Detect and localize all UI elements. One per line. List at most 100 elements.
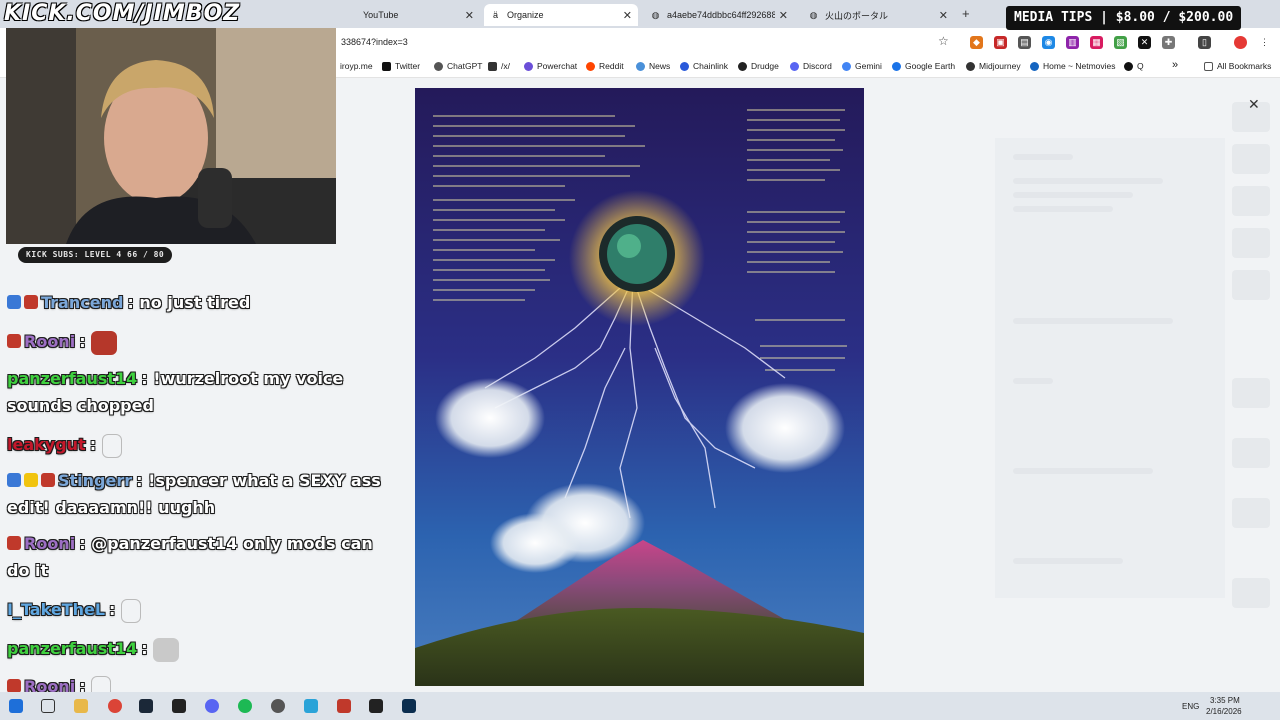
drudge-icon <box>738 61 747 71</box>
terminal-icon[interactable] <box>172 699 186 713</box>
sidepanel-icon[interactable]: ▯ <box>1198 36 1211 49</box>
chat-message: I_TakeTheL: <box>7 596 387 623</box>
chat-message: panzerfaust14: <box>7 635 387 662</box>
chatgpt-icon <box>434 61 443 71</box>
folder-icon <box>1204 61 1213 71</box>
chainlink-icon <box>680 61 689 71</box>
twitter-icon <box>382 61 391 71</box>
x-icon[interactable]: ✕ <box>1138 36 1151 49</box>
globe-icon: ◍ <box>809 9 818 20</box>
bookmark-item[interactable]: Reddit <box>586 61 624 71</box>
puzzle-icon[interactable]: ✚ <box>1162 36 1175 49</box>
tab-hash[interactable]: ◍ a4aebe74ddbbc64ff292688b75 ✕ <box>644 4 794 26</box>
close-tab-icon[interactable]: ✕ <box>623 9 632 22</box>
all-bookmarks[interactable]: All Bookmarks <box>1204 61 1271 71</box>
thumbnail[interactable] <box>1232 498 1270 528</box>
bookmark-item[interactable]: Q <box>1124 61 1144 71</box>
menu-icon[interactable]: ⋮ <box>1258 36 1271 49</box>
discord-icon <box>790 61 799 71</box>
clock-time[interactable]: 3:35 PM <box>1210 696 1240 705</box>
chrome-icon[interactable] <box>108 699 122 713</box>
bookmark-item[interactable]: Midjourney <box>966 61 1021 71</box>
steam-icon[interactable] <box>139 699 153 713</box>
extension-icon[interactable]: ▥ <box>1066 36 1079 49</box>
close-tab-icon[interactable]: ✕ <box>779 9 788 22</box>
thumbnail[interactable] <box>1232 378 1270 408</box>
kick-subs-bar: KICK SUBS: LEVEL 4 66 / 80 <box>18 247 173 263</box>
bookmark-item[interactable]: Discord <box>790 61 832 71</box>
badge-icon <box>24 473 38 487</box>
badge-icon <box>7 536 21 550</box>
thumbnail[interactable] <box>1232 438 1270 468</box>
bookmark-item[interactable]: News <box>636 61 670 71</box>
taskbar: ENG 3:35 PM 2/16/2026 <box>0 692 1280 720</box>
youtube-icon <box>346 10 357 21</box>
extension-icon[interactable]: ▣ <box>994 36 1007 49</box>
cat-emote-icon <box>153 637 180 662</box>
chat-message: Stingerr: !spencer what a SEXY ass edit!… <box>7 471 381 517</box>
channel-watermark: KICK.COM/JIMBOZ <box>4 1 241 26</box>
close-tab-icon[interactable]: ✕ <box>939 9 948 22</box>
obs-icon[interactable] <box>271 699 285 713</box>
badge-icon <box>41 473 55 487</box>
thumbnail[interactable] <box>1232 144 1270 174</box>
chat-message: Rooni: @panzerfaust14 only mods can do i… <box>7 534 373 580</box>
bookmark-item[interactable]: Google Earth <box>892 61 955 71</box>
bookmark-item[interactable]: Home ~ Netmovies <box>1030 61 1116 71</box>
bookmark-item[interactable]: Powerchat <box>524 61 577 71</box>
google-earth-icon <box>892 61 901 71</box>
app-icon[interactable] <box>337 699 351 713</box>
bookmark-star-icon[interactable]: ☆ <box>938 34 949 48</box>
extension-icon[interactable]: ▦ <box>1090 36 1103 49</box>
file-explorer-icon[interactable] <box>74 699 88 713</box>
netmovies-icon <box>1030 61 1039 71</box>
task-view-icon[interactable] <box>41 699 55 713</box>
webcam-feed <box>6 28 336 244</box>
midjourney-icon <box>966 61 975 71</box>
extension-icon[interactable]: ◉ <box>1042 36 1055 49</box>
media-tips-counter: MEDIA TIPS | $8.00 / $200.00 <box>1006 6 1242 30</box>
extension-icon[interactable]: ▧ <box>1114 36 1127 49</box>
bookmark-item[interactable]: Chainlink <box>680 61 728 71</box>
thumbnail[interactable] <box>1232 186 1270 216</box>
chat-message: leakygut: <box>7 431 387 458</box>
powerchat-icon <box>524 61 533 71</box>
bookmark-item[interactable]: Twitter <box>382 61 420 71</box>
badge-icon <box>24 295 38 309</box>
metamask-icon[interactable]: ◆ <box>970 36 983 49</box>
close-tab-icon[interactable]: ✕ <box>465 9 474 22</box>
discord-icon[interactable] <box>205 699 219 713</box>
tab-youtube[interactable]: YouTube ✕ <box>340 4 480 26</box>
close-viewer-icon[interactable]: ✕ <box>1248 96 1260 113</box>
capcut-icon[interactable] <box>369 699 383 713</box>
reddit-icon <box>586 61 595 71</box>
clock-date[interactable]: 2/16/2026 <box>1206 707 1242 716</box>
badge-icon <box>7 679 21 693</box>
bookmark-item[interactable]: Gemini <box>842 61 882 71</box>
bookmark-item[interactable]: iroyp.me <box>340 61 373 71</box>
url-input[interactable]: 338674?index=3 <box>330 32 950 52</box>
avatar[interactable] <box>1234 36 1247 49</box>
tab-volcano-portal[interactable]: ◍ 火山のポータル ✕ <box>802 4 954 26</box>
windows-start-icon[interactable] <box>9 699 23 713</box>
language-indicator[interactable]: ENG <box>1182 702 1199 711</box>
bookmark-item[interactable]: /x/ <box>488 61 510 71</box>
grid-icon <box>488 61 497 71</box>
more-bookmarks-icon[interactable]: » <box>1172 59 1178 71</box>
new-tab-button[interactable]: + <box>962 6 970 21</box>
thumbnail[interactable] <box>1232 228 1270 258</box>
chat-message: Rooni: <box>7 673 387 694</box>
emote-icon <box>101 433 122 458</box>
emote-icon <box>91 330 118 355</box>
tab-organize[interactable]: ä Organize ✕ <box>484 4 638 26</box>
spotify-icon[interactable] <box>238 699 252 713</box>
thumbnail[interactable] <box>1232 270 1270 300</box>
telegram-icon[interactable] <box>304 699 318 713</box>
bookmark-item[interactable]: Drudge <box>738 61 779 71</box>
photoshop-icon[interactable] <box>402 699 416 713</box>
news-icon <box>636 61 645 71</box>
organize-icon: ä <box>492 10 498 20</box>
thumbnail[interactable] <box>1232 578 1270 608</box>
bookmark-item[interactable]: ChatGPT <box>434 61 482 71</box>
extension-icon[interactable]: ▤ <box>1018 36 1031 49</box>
